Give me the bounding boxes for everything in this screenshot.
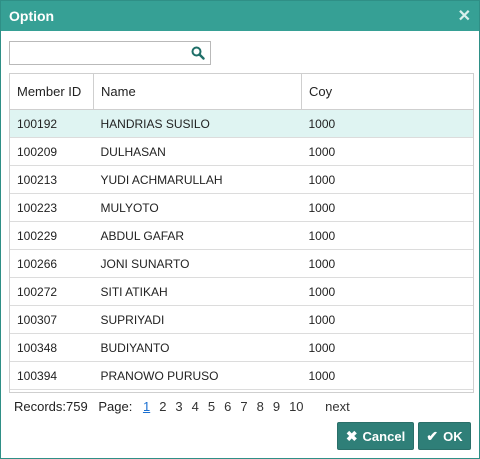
cell-coy: 1000 xyxy=(301,221,473,250)
cell-member-id: 100209 xyxy=(10,137,94,166)
table-row[interactable]: 100348 BUDIYANTO 1000 xyxy=(10,333,473,362)
cell-name: BUDIYANTO xyxy=(93,333,302,362)
next-page-link[interactable]: next xyxy=(325,399,350,414)
table-row[interactable]: 100272 SITI ATIKAH 1000 xyxy=(10,277,473,306)
cell-name: DULHASAN xyxy=(93,137,302,166)
cell-name: HANDRIAS SUSILO xyxy=(93,109,302,138)
pagination: Records:759 Page: 1 2 3 4 5 6 7 8 9 10 next xyxy=(14,399,359,414)
cell-coy: 1000 xyxy=(301,137,473,166)
cell-coy: 1000 xyxy=(301,193,473,222)
cell-name: ABDUL GAFAR xyxy=(93,221,302,250)
cell-coy: 1000 xyxy=(301,165,473,194)
page-link-8[interactable]: 8 xyxy=(257,399,264,414)
cell-member-id: 100307 xyxy=(10,305,94,334)
cell-member-id: 100192 xyxy=(10,109,94,138)
cell-name: PRANOWO PURUSO xyxy=(93,361,302,390)
table-row[interactable]: 100394 PRANOWO PURUSO 1000 xyxy=(10,361,473,390)
table-row[interactable]: 100266 JONI SUNARTO 1000 xyxy=(10,249,473,278)
dialog-title: Option xyxy=(9,8,55,24)
option-dialog: Option ✕ Member ID Name Coy 100192 HANDRI… xyxy=(0,0,480,459)
page-link-7[interactable]: 7 xyxy=(240,399,247,414)
cell-member-id: 100348 xyxy=(10,333,94,362)
table-row[interactable]: 100192 HANDRIAS SUSILO 1000 xyxy=(10,109,473,138)
page-link-2[interactable]: 2 xyxy=(159,399,166,414)
table-row[interactable]: 100307 SUPRIYADI 1000 xyxy=(10,305,473,334)
member-table: Member ID Name Coy 100192 HANDRIAS SUSILO… xyxy=(9,73,474,393)
page-link-4[interactable]: 4 xyxy=(192,399,199,414)
page-link-1[interactable]: 1 xyxy=(143,399,150,414)
check-icon: ✔ xyxy=(426,428,439,444)
search-box xyxy=(9,41,211,65)
table-header-row: Member ID Name Coy xyxy=(10,74,473,110)
cancel-button-label: Cancel xyxy=(362,428,406,444)
page-link-9[interactable]: 9 xyxy=(273,399,280,414)
ok-button-label: OK xyxy=(443,428,463,444)
table-row[interactable]: 100229 ABDUL GAFAR 1000 xyxy=(10,221,473,250)
cell-coy: 1000 xyxy=(301,361,473,390)
cell-name: SITI ATIKAH xyxy=(93,277,302,306)
page-link-5[interactable]: 5 xyxy=(208,399,215,414)
ok-button[interactable]: ✔ OK xyxy=(418,422,471,450)
page-link-10[interactable]: 10 xyxy=(289,399,303,414)
cell-member-id: 100272 xyxy=(10,277,94,306)
cell-member-id: 100229 xyxy=(10,221,94,250)
cell-name: MULYOTO xyxy=(93,193,302,222)
table-row[interactable]: 100223 MULYOTO 1000 xyxy=(10,193,473,222)
table-row[interactable]: 100209 DULHASAN 1000 xyxy=(10,137,473,166)
cell-name: SUPRIYADI xyxy=(93,305,302,334)
page-link-6[interactable]: 6 xyxy=(224,399,231,414)
cell-coy: 1000 xyxy=(301,305,473,334)
column-header-name[interactable]: Name xyxy=(93,74,302,110)
column-header-member-id[interactable]: Member ID xyxy=(10,74,94,110)
cell-name: JONI SUNARTO xyxy=(93,249,302,278)
cell-coy: 1000 xyxy=(301,249,473,278)
title-bar: Option ✕ xyxy=(1,1,479,31)
cancel-button[interactable]: ✖ Cancel xyxy=(337,422,414,450)
page-label: Page: xyxy=(98,399,133,414)
cell-name: YUDI ACHMARULLAH xyxy=(93,165,302,194)
cell-coy: 1000 xyxy=(301,109,473,138)
search-input[interactable] xyxy=(14,44,184,62)
cell-member-id: 100266 xyxy=(10,249,94,278)
close-icon[interactable]: ✕ xyxy=(458,6,471,26)
records-count: Records:759 xyxy=(14,399,88,414)
search-icon[interactable] xyxy=(191,46,205,60)
column-header-coy[interactable]: Coy xyxy=(301,74,473,110)
cell-member-id: 100223 xyxy=(10,193,94,222)
cell-member-id: 100394 xyxy=(10,361,94,390)
cell-coy: 1000 xyxy=(301,277,473,306)
cell-member-id: 100213 xyxy=(10,165,94,194)
page-link-3[interactable]: 3 xyxy=(175,399,182,414)
x-icon: ✖ xyxy=(345,428,358,444)
table-row[interactable]: 100213 YUDI ACHMARULLAH 1000 xyxy=(10,165,473,194)
cell-coy: 1000 xyxy=(301,333,473,362)
